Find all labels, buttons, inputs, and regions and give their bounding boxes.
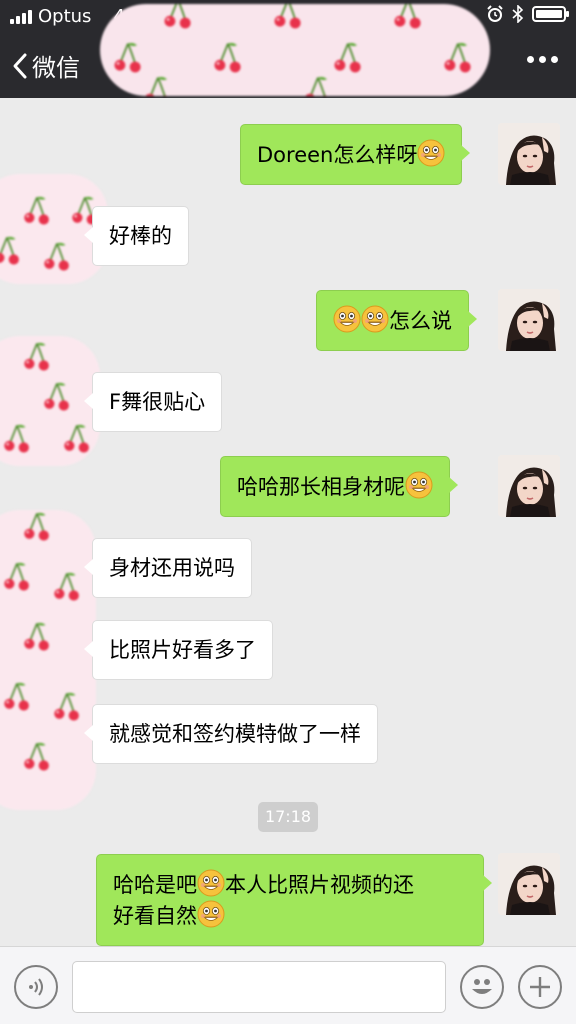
message-text: 好看自然 [113,904,197,928]
input-bar [0,946,576,1024]
message-bubble-incoming[interactable]: 身材还用说吗 [84,538,252,598]
grin-emoji-icon [197,869,225,897]
my-avatar[interactable] [498,853,560,915]
message-text: 哈哈是吧 [113,873,197,897]
message-text: 就感觉和签约模特做了一样 [109,722,361,746]
chevron-left-icon [13,53,27,78]
grin-emoji-icon [361,305,389,333]
plus-button[interactable] [518,965,562,1009]
message-bubble-incoming[interactable]: F舞很贴心 [83,372,223,432]
grin-emoji-icon [405,471,433,499]
more-options-button[interactable] [527,56,558,63]
emoji-icon [472,979,492,994]
voice-button[interactable] [14,965,58,1009]
avatar-cover-sticker [0,510,96,810]
grin-emoji-icon [197,900,225,928]
back-label: 微信 [32,54,80,82]
nav-bar: 微信 [0,34,576,98]
message-bubble-incoming[interactable]: 比照片好看多了 [84,620,273,680]
message-text: 怎么说 [389,309,452,333]
message-bubble-outgoing[interactable]: 怎么说 [316,290,477,351]
my-avatar[interactable] [498,289,560,351]
message-text: F舞很贴心 [109,390,206,414]
message-bubble-outgoing[interactable]: 哈哈那长相身材呢 [220,456,458,517]
back-button[interactable]: 微信 [12,48,80,83]
timestamp-chip: 17:18 [258,802,318,832]
status-right [486,5,569,23]
message-text: 本人比照片视频的还 [225,873,414,897]
voice-icon [29,978,43,996]
bluetooth-icon [512,5,524,23]
message-input[interactable] [72,961,446,1013]
message-text: 好棒的 [109,224,172,248]
grin-emoji-icon [417,139,445,167]
grin-emoji-icon [333,305,361,333]
emoji-button[interactable] [460,965,504,1009]
battery-icon [532,6,569,22]
my-avatar[interactable] [498,123,560,185]
message-bubble-outgoing[interactable]: Doreen怎么样呀 [240,124,471,185]
message-text: 哈哈那长相身材呢 [237,475,405,499]
message-bubble-incoming[interactable]: 就感觉和签约模特做了一样 [84,704,378,764]
chat-area[interactable]: Doreen怎么样呀 好棒的 怎么说 F舞很贴心 哈哈那长相身材呢 身材还用说吗… [0,98,576,946]
plus-icon [530,977,550,997]
message-bubble-outgoing[interactable]: 哈哈是吧 本人比照片视频的还好看自然 [96,854,492,946]
message-bubble-incoming[interactable]: 好棒的 [84,206,189,266]
message-text: 身材还用说吗 [109,556,235,580]
message-text: 比照片好看多了 [109,638,256,662]
my-avatar[interactable] [498,455,560,517]
message-text: Doreen怎么样呀 [257,143,418,167]
chat-header: Optus 4G 17:57 [0,0,576,98]
alarm-icon [487,5,503,22]
